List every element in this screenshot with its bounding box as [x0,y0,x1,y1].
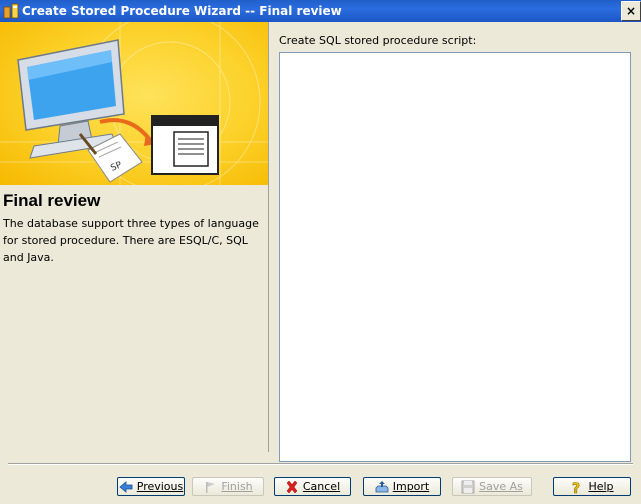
cancel-label: Cancel [302,480,341,493]
help-question-icon: ? [570,480,584,497]
import-label: Import [392,480,430,493]
finish-flag-icon [203,480,217,494]
previous-label: Previous [136,480,184,493]
close-button[interactable]: × [621,1,641,21]
page-description: The database support three types of lang… [3,217,259,264]
window-form-icon [151,115,219,175]
script-panel: Create SQL stored procedure script: [269,22,641,462]
save-as-button[interactable]: Save As [452,477,532,496]
help-button[interactable]: ? Help [553,477,631,497]
import-button[interactable]: Import [363,477,441,496]
save-as-label: Save As [479,480,523,493]
wizard-banner: SP [0,22,268,185]
finish-button[interactable]: Finish [192,477,264,496]
left-info-panel: SP Final review The database support thr… [0,22,269,452]
cancel-button[interactable]: Cancel [274,477,351,496]
button-separator [8,463,633,465]
cancel-x-icon [285,480,299,494]
finish-label: Finish [221,480,253,493]
arrow-left-icon [119,480,133,494]
page-title: Final review [3,191,101,210]
window-title: Create Stored Procedure Wizard -- Final … [22,4,342,18]
previous-button[interactable]: Previous [117,477,185,496]
close-icon: × [625,4,637,18]
script-label: Create SQL stored procedure script: [279,34,477,47]
wizard-app-icon [3,3,19,19]
help-label: Help [588,480,614,493]
svg-text:?: ? [572,481,580,494]
script-textarea[interactable] [279,52,631,462]
import-icon [375,480,389,494]
banner-illustration: SP [0,22,268,185]
title-bar: Create Stored Procedure Wizard -- Final … [0,0,641,22]
save-disk-icon [461,480,475,494]
